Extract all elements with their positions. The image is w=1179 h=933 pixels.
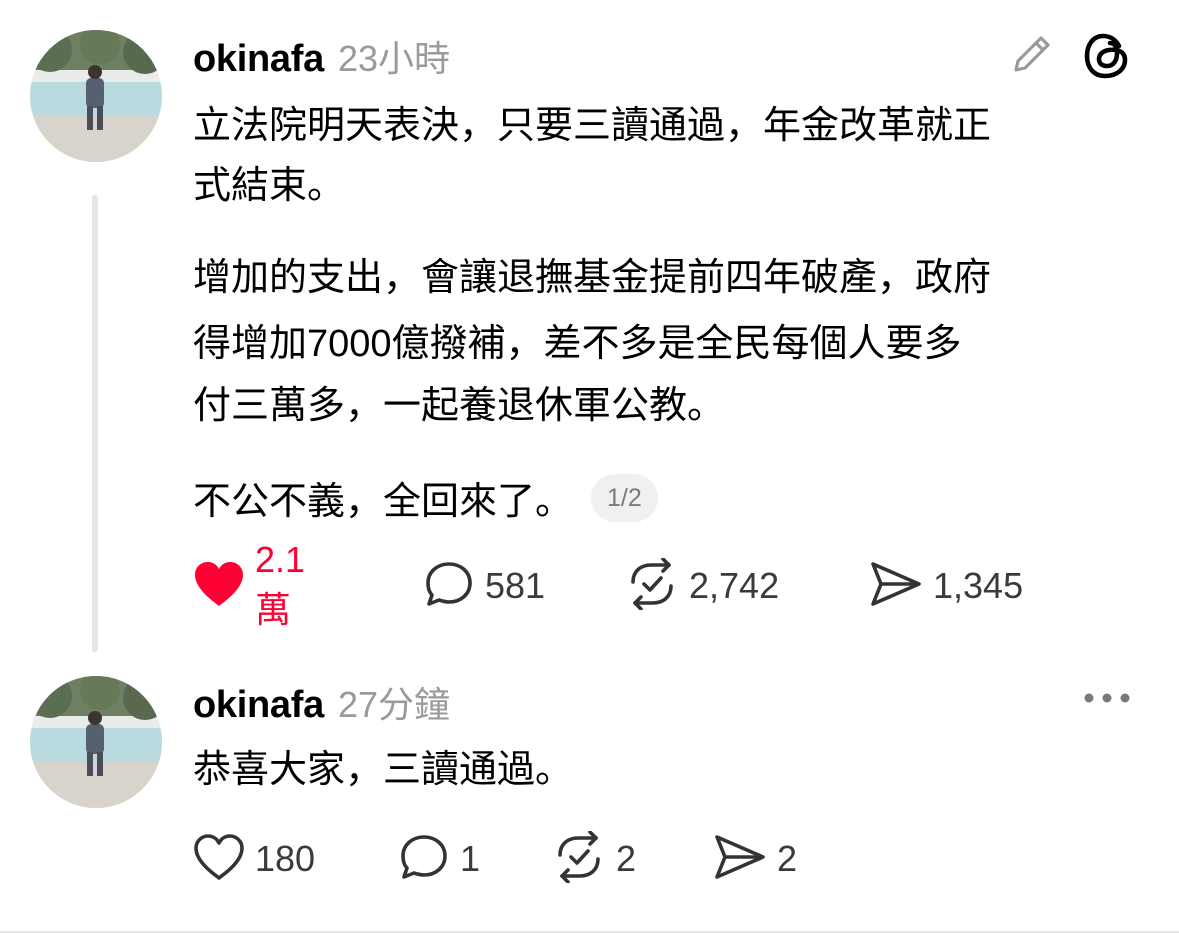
- reply-count: 1: [460, 838, 481, 879]
- post-text-line: 付三萬多，一起養退休軍公教。: [193, 385, 726, 427]
- like-count: 180: [255, 838, 316, 879]
- reply-button[interactable]: 581: [423, 561, 545, 611]
- avatar[interactable]: [30, 676, 162, 808]
- username[interactable]: okinafa: [193, 684, 324, 727]
- repost-button[interactable]: 2,742: [625, 556, 780, 611]
- share-button[interactable]: 2: [713, 834, 797, 884]
- share-button[interactable]: 1,345: [869, 561, 1023, 611]
- share-count: 2: [777, 838, 798, 879]
- avatar-photo: [30, 676, 162, 808]
- post-text-line: 恭喜大家，三讀通過。: [193, 749, 574, 791]
- repost-count: 2: [616, 838, 637, 879]
- page-indicator[interactable]: 1/2: [591, 473, 658, 522]
- post-text-line: 不公不義，全回來了。 1/2: [193, 473, 658, 530]
- heart-outline-icon: [193, 833, 245, 886]
- post-text-line: 得增加7000億撥補，差不多是全民每個人要多: [193, 323, 962, 365]
- repost-count: 2,742: [689, 565, 780, 606]
- post-text-final: 不公不義，全回來了。: [193, 481, 574, 523]
- reply-button[interactable]: 1: [398, 834, 480, 884]
- avatar-photo: [30, 30, 162, 162]
- send-icon: [869, 560, 923, 613]
- share-count: 1,345: [933, 565, 1024, 606]
- repost-button[interactable]: 2: [552, 829, 637, 884]
- send-icon: [713, 833, 767, 886]
- comment-icon: [398, 832, 450, 887]
- like-button[interactable]: 180: [193, 833, 316, 886]
- reply-count: 581: [485, 565, 546, 606]
- heart-filled-icon: [193, 560, 245, 613]
- repost-icon: [625, 556, 679, 615]
- like-button[interactable]: 2.1萬: [193, 539, 305, 630]
- username[interactable]: okinafa: [193, 38, 324, 81]
- avatar[interactable]: [30, 30, 162, 162]
- post-text-line: 立法院明天表決，只要三讀通過，年金改革就正: [193, 105, 992, 147]
- comment-icon: [423, 559, 475, 614]
- post-text-line: 增加的支出，會讓退撫基金提前四年破產，政府: [193, 257, 992, 299]
- more-options-icon[interactable]: [1083, 686, 1131, 715]
- timestamp[interactable]: 23小時: [338, 30, 450, 82]
- threads-logo-icon[interactable]: [1081, 30, 1133, 87]
- repost-icon: [552, 829, 606, 888]
- like-count: 2.1萬: [255, 539, 306, 630]
- pencil-icon[interactable]: [1008, 30, 1056, 83]
- post-text-line: 式結束。: [193, 165, 346, 207]
- timestamp[interactable]: 27分鐘: [338, 676, 450, 728]
- thread-line: [92, 195, 98, 652]
- post-header: okinafa 27分鐘: [193, 676, 450, 728]
- post-header: okinafa 23小時: [193, 30, 450, 82]
